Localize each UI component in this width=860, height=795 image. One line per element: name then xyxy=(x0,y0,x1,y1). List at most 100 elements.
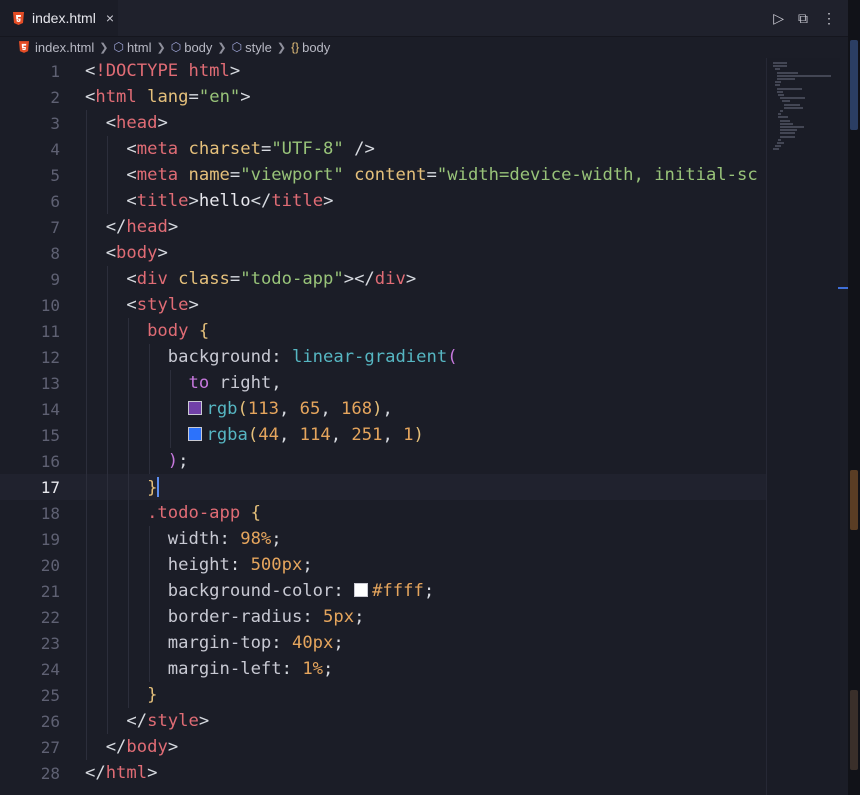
color-swatch-icon[interactable] xyxy=(354,583,369,597)
code-line[interactable]: 22 border-radius: 5px; xyxy=(0,604,766,630)
code-editor[interactable]: 1 <!DOCTYPE html> 2 <html lang="en"> 3 <head… xyxy=(0,58,766,795)
minimap-line xyxy=(776,71,799,74)
code-line[interactable]: 11 body { xyxy=(0,318,766,344)
code-line[interactable]: 18 .todo-app { xyxy=(0,500,766,526)
code-line[interactable]: 14 rgb(113, 65, 168), xyxy=(0,396,766,422)
line-number: 27 xyxy=(40,737,60,757)
code-line[interactable]: 28 </html> xyxy=(0,760,766,786)
code-line[interactable]: 20 height: 500px; xyxy=(0,552,766,578)
breadcrumb: index.html ❯ ⬡ html ❯ ⬡ body ❯ ⬡ style ❯… xyxy=(0,36,848,58)
cube-icon: ⬡ xyxy=(113,40,124,54)
code-text: </head> xyxy=(85,217,179,237)
line-number: 25 xyxy=(40,685,60,705)
html5-icon xyxy=(13,11,24,25)
minimap-line xyxy=(776,78,795,80)
color-swatch-icon[interactable] xyxy=(188,401,203,415)
code-text: rgba(44, 114, 251, 1) xyxy=(85,425,424,445)
minimap-line xyxy=(778,116,789,119)
code-line[interactable]: 12 background: linear-gradient( xyxy=(0,344,766,370)
more-actions-icon[interactable]: ⋮ xyxy=(822,11,836,25)
line-number: 28 xyxy=(40,763,60,783)
code-line[interactable]: 21 background-color: #ffff; xyxy=(0,578,766,604)
close-icon[interactable]: × xyxy=(106,10,114,26)
code-text: .todo-app { xyxy=(85,503,261,523)
code-line[interactable]: 7 </head> xyxy=(0,214,766,240)
code-text: body { xyxy=(85,321,210,341)
breadcrumb-body-rule[interactable]: ❯ {} body xyxy=(272,40,330,55)
code-line[interactable]: 16 ); xyxy=(0,448,766,474)
minimap-line xyxy=(776,90,783,93)
code-line[interactable]: 23 margin-top: 40px; xyxy=(0,630,766,656)
minimap-line xyxy=(780,135,795,138)
minimap-line xyxy=(774,84,781,87)
minimap-line xyxy=(780,122,793,125)
minimap-line xyxy=(778,113,782,116)
code-line[interactable]: 6 <title>hello</title> xyxy=(0,188,766,214)
code-line[interactable]: 17 } xyxy=(0,474,766,500)
code-text: <title>hello</title> xyxy=(85,191,334,211)
line-number: 24 xyxy=(40,659,60,679)
breadcrumb-file[interactable]: index.html xyxy=(19,40,94,55)
chevron-right-icon: ❯ xyxy=(99,41,109,54)
minimap-line xyxy=(773,65,788,68)
tab-index-html[interactable]: index.html × xyxy=(0,0,118,36)
line-number: 6 xyxy=(50,191,60,211)
code-text: } xyxy=(85,476,160,498)
line-number: 23 xyxy=(40,633,60,653)
code-text: </html> xyxy=(85,763,158,783)
minimap-line xyxy=(774,145,782,148)
code-line[interactable]: 4 <meta charset="UTF-8" /> xyxy=(0,136,766,162)
code-line[interactable]: 15 rgba(44, 114, 251, 1) xyxy=(0,422,766,448)
line-number: 7 xyxy=(50,217,60,237)
code-line[interactable]: 27 </body> xyxy=(0,734,766,760)
bracket-icon: {} xyxy=(291,40,300,54)
code-line[interactable]: 3 <head> xyxy=(0,110,766,136)
code-line[interactable]: 9 <div class="todo-app"></div> xyxy=(0,266,766,292)
code-line[interactable]: 10 <style> xyxy=(0,292,766,318)
minimap-line xyxy=(780,97,806,100)
line-number: 2 xyxy=(50,87,60,107)
code-line[interactable]: 24 margin-left: 1%; xyxy=(0,656,766,682)
line-number: 3 xyxy=(50,113,60,133)
html5-icon xyxy=(19,41,29,53)
code-text: margin-left: 1%; xyxy=(85,659,334,679)
minimap-line xyxy=(774,68,781,71)
breadcrumb-label: index.html xyxy=(35,39,95,55)
line-number: 9 xyxy=(50,269,60,289)
split-editor-icon[interactable]: ⧉ xyxy=(798,11,808,25)
code-text: <div class="todo-app"></div> xyxy=(85,269,417,289)
run-icon[interactable]: ▷ xyxy=(773,11,784,25)
code-line[interactable]: 5 <meta name="viewport" content="width=d… xyxy=(0,162,766,188)
minimap-line xyxy=(776,87,802,90)
line-number: 26 xyxy=(40,711,60,731)
code-line[interactable]: 8 <body> xyxy=(0,240,766,266)
code-text: height: 500px; xyxy=(85,555,313,575)
scroll-position-marker xyxy=(838,287,848,289)
minimap[interactable] xyxy=(766,58,841,795)
window-edge xyxy=(848,0,860,795)
code-line[interactable]: 25 } xyxy=(0,682,766,708)
minimap-line xyxy=(780,119,791,122)
code-line[interactable]: 2 <html lang="en"> xyxy=(0,84,766,110)
code-line[interactable]: 19 width: 98%; xyxy=(0,526,766,552)
code-line[interactable]: 26 </style> xyxy=(0,708,766,734)
line-number: 16 xyxy=(40,451,60,471)
breadcrumb-label: body xyxy=(302,39,331,55)
vertical-scrollbar[interactable] xyxy=(840,58,848,795)
line-number: 19 xyxy=(40,529,60,549)
line-number: 21 xyxy=(40,581,60,601)
code-text: ); xyxy=(85,451,189,471)
line-number: 13 xyxy=(40,373,60,393)
line-number: 20 xyxy=(40,555,60,575)
editor-actions: ▷ ⧉ ⋮ xyxy=(773,0,836,36)
minimap-line xyxy=(780,110,784,112)
code-line[interactable]: 13 to right, xyxy=(0,370,766,396)
line-number: 8 xyxy=(50,243,60,263)
code-line[interactable]: 1 <!DOCTYPE html> xyxy=(0,58,766,84)
line-number: 1 xyxy=(50,61,60,81)
color-swatch-icon[interactable] xyxy=(188,427,203,441)
breadcrumb-style[interactable]: ❯ ⬡ style xyxy=(212,40,271,55)
minimap-line xyxy=(780,132,796,135)
breadcrumb-body[interactable]: ❯ ⬡ body xyxy=(152,40,213,55)
breadcrumb-html[interactable]: ❯ ⬡ html xyxy=(94,40,151,55)
